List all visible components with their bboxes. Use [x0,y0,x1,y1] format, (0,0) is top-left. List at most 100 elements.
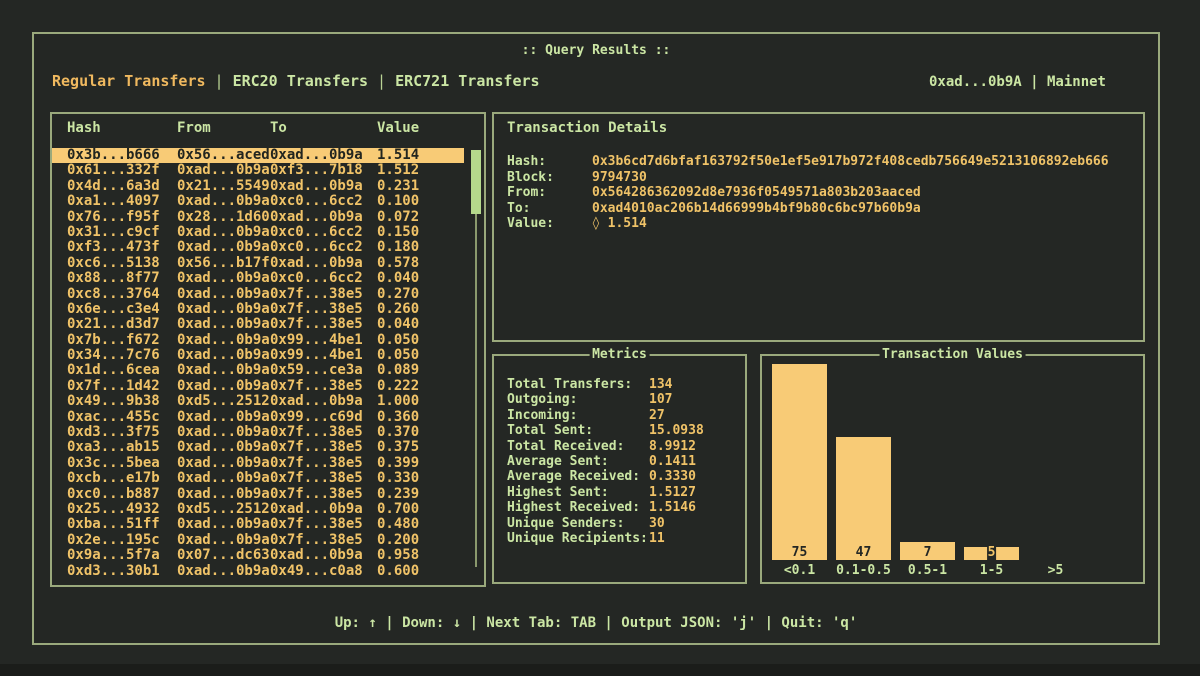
table-cell: 0xad...0b9a [177,440,270,455]
table-row[interactable]: 0x7f...1d420xad...0b9a0x7f...38e50.222 [52,379,464,394]
metric-row: Average Sent:0.1411 [507,454,739,469]
table-row[interactable]: 0x31...c9cf0xad...0b9a0xc0...6cc20.150 [52,225,464,240]
table-row[interactable]: 0xd3...3f750xad...0b9a0x7f...38e50.370 [52,425,464,440]
tab-separator: | [215,72,224,90]
metric-row: Total Transfers:134 [507,377,739,392]
table-cell: 0x7f...38e5 [270,533,377,548]
table-cell: 0x28...1d60 [177,210,270,225]
table-cell: 0xc0...6cc2 [270,271,377,286]
table-cell: 0xad...0b9a [177,348,270,363]
column-header-to: To [270,120,377,136]
table-cell: 0.260 [377,302,464,317]
table-row[interactable]: 0xa3...ab150xad...0b9a0x7f...38e50.375 [52,440,464,455]
table-cell: 0.200 [377,533,464,548]
page-title: :: Query Results :: [34,43,1158,58]
table-cell: 0.480 [377,517,464,532]
table-row[interactable]: 0x88...8f770xad...0b9a0xc0...6cc20.040 [52,271,464,286]
table-cell: 0x7f...1d42 [67,379,177,394]
detail-field-value: 9794730 [592,170,647,185]
table-row[interactable]: 0x4d...6a3d0x21...55490xad...0b9a0.231 [52,179,464,194]
detail-field-label: Value: [507,216,592,232]
table-cell: 1.514 [377,148,464,163]
table-row[interactable]: 0x3c...5bea0xad...0b9a0x7f...38e50.399 [52,456,464,471]
table-row[interactable]: 0x7b...f6720xad...0b9a0x99...4be10.050 [52,333,464,348]
table-row[interactable]: 0xc8...37640xad...0b9a0x7f...38e50.270 [52,287,464,302]
table-cell: 0xc0...6cc2 [270,194,377,209]
table-row[interactable]: 0x49...9b380xd5...25120xad...0b9a1.000 [52,394,464,409]
scrollbar-thumb[interactable] [471,150,481,214]
table-cell: 0x21...d3d7 [67,317,177,332]
table-cell: 0.231 [377,179,464,194]
table-row[interactable]: 0x21...d3d70xad...0b9a0x7f...38e50.040 [52,317,464,332]
tab-group: Regular Transfers|ERC20 Transfers|ERC721… [52,72,540,90]
table-cell: 0xad...0b9a [177,363,270,378]
table-row[interactable]: 0x25...49320xd5...25120xad...0b9a0.700 [52,502,464,517]
table-cell: 0xad...0b9a [177,425,270,440]
table-row[interactable]: 0xc6...51380x56...b17f0xad...0b9a0.578 [52,256,464,271]
tab-erc20-transfers[interactable]: ERC20 Transfers [233,72,368,90]
table-row[interactable]: 0x6e...c3e40xad...0b9a0x7f...38e50.260 [52,302,464,317]
transaction-details-panel: Transaction Details Hash:0x3b6cd7d6bfaf1… [492,112,1145,342]
table-cell: 0x7f...38e5 [270,302,377,317]
detail-field-label: Hash: [507,154,592,170]
bar-category-label: >5 [1028,563,1083,578]
table-cell: 0xad...0b9a [177,225,270,240]
table-row[interactable]: 0xba...51ff0xad...0b9a0x7f...38e50.480 [52,517,464,532]
table-row[interactable]: 0xf3...473f0xad...0b9a0xc0...6cc20.180 [52,240,464,255]
table-row[interactable]: 0x3b...b6660x56...aced0xad...0b9a1.514 [52,148,464,163]
table-cell: 0xc0...6cc2 [270,240,377,255]
metric-row: Unique Recipients:11 [507,531,739,546]
tab-bar: Regular Transfers|ERC20 Transfers|ERC721… [52,72,1158,90]
tab-regular-transfers[interactable]: Regular Transfers [52,72,206,90]
table-cell: 0.958 [377,548,464,563]
table-row[interactable]: 0x2e...195c0xad...0b9a0x7f...38e50.200 [52,533,464,548]
scrollbar-track[interactable] [475,212,477,567]
table-row[interactable]: 0xc0...b8870xad...0b9a0x7f...38e50.239 [52,487,464,502]
metrics-panel: Metrics Total Transfers:134Outgoing:107I… [492,354,747,584]
table-cell: 0.222 [377,379,464,394]
table-row[interactable]: 0xcb...e17b0xad...0b9a0x7f...38e50.330 [52,471,464,486]
keybindings-status-bar: Up: ↑ | Down: ↓ | Next Tab: TAB | Output… [34,615,1158,631]
tab-erc721-transfers[interactable]: ERC721 Transfers [395,72,540,90]
table-cell: 0xad...0b9a [177,517,270,532]
table-row[interactable]: 0xd3...30b10xad...0b9a0x49...c0a80.600 [52,564,464,579]
table-header-row: Hash From To Value [52,120,462,136]
metric-value: 11 [649,531,665,546]
bar-1-5: 5 [964,547,1019,560]
table-row[interactable]: 0xac...455c0xad...0b9a0x99...c69d0.360 [52,410,464,425]
table-row[interactable]: 0x61...332f0xad...0b9a0xf3...7b181.512 [52,163,464,178]
table-cell: 0xad...0b9a [177,456,270,471]
table-cell: 0xad...0b9a [177,271,270,286]
detail-field: Value:◊ 1.514 [507,216,1135,232]
table-cell: 0xad...0b9a [270,256,377,271]
table-cell: 0xd5...2512 [177,394,270,409]
table-cell: 0xf3...7b18 [270,163,377,178]
table-cell: 0x7f...38e5 [270,487,377,502]
table-row[interactable]: 0x34...7c760xad...0b9a0x99...4be10.050 [52,348,464,363]
details-title: Transaction Details [507,120,667,136]
app-frame: :: Query Results :: Regular Transfers | ER… [32,32,1160,645]
detail-field-value: 0x3b6cd7d6bfaf163792f50e1ef5e917b972f408… [592,154,1109,169]
table-body: 0x3b...b6660x56...aced0xad...0b9a1.5140x… [52,148,464,579]
table-cell: 0x76...f95f [67,210,177,225]
table-cell: 0x7f...38e5 [270,517,377,532]
table-row[interactable]: 0xa1...40970xad...0b9a0xc0...6cc20.100 [52,194,464,209]
metric-label: Incoming: [507,408,649,423]
metrics-title: Metrics [589,347,650,362]
metric-value: 15.0938 [649,423,704,438]
bar-category-label: 1-5 [964,563,1019,578]
table-cell: 0.270 [377,287,464,302]
metric-row: Incoming:27 [507,408,739,423]
detail-field: Block:9794730 [507,170,1135,186]
table-cell: 0x7f...38e5 [270,471,377,486]
transaction-values-chart-panel: Transaction Values 754775 <0.10.1-0.50.5… [760,354,1145,584]
metric-value: 0.3330 [649,469,696,484]
table-cell: 0x7f...38e5 [270,287,377,302]
table-row[interactable]: 0x9a...5f7a0x07...dc630xad...0b9a0.958 [52,548,464,563]
metric-value: 107 [649,392,672,407]
table-cell: 0xad...0b9a [177,302,270,317]
table-row[interactable]: 0x76...f95f0x28...1d600xad...0b9a0.072 [52,210,464,225]
table-row[interactable]: 0x1d...6cea0xad...0b9a0x59...ce3a0.089 [52,363,464,378]
metric-value: 0.1411 [649,454,696,469]
table-cell: 0.180 [377,240,464,255]
